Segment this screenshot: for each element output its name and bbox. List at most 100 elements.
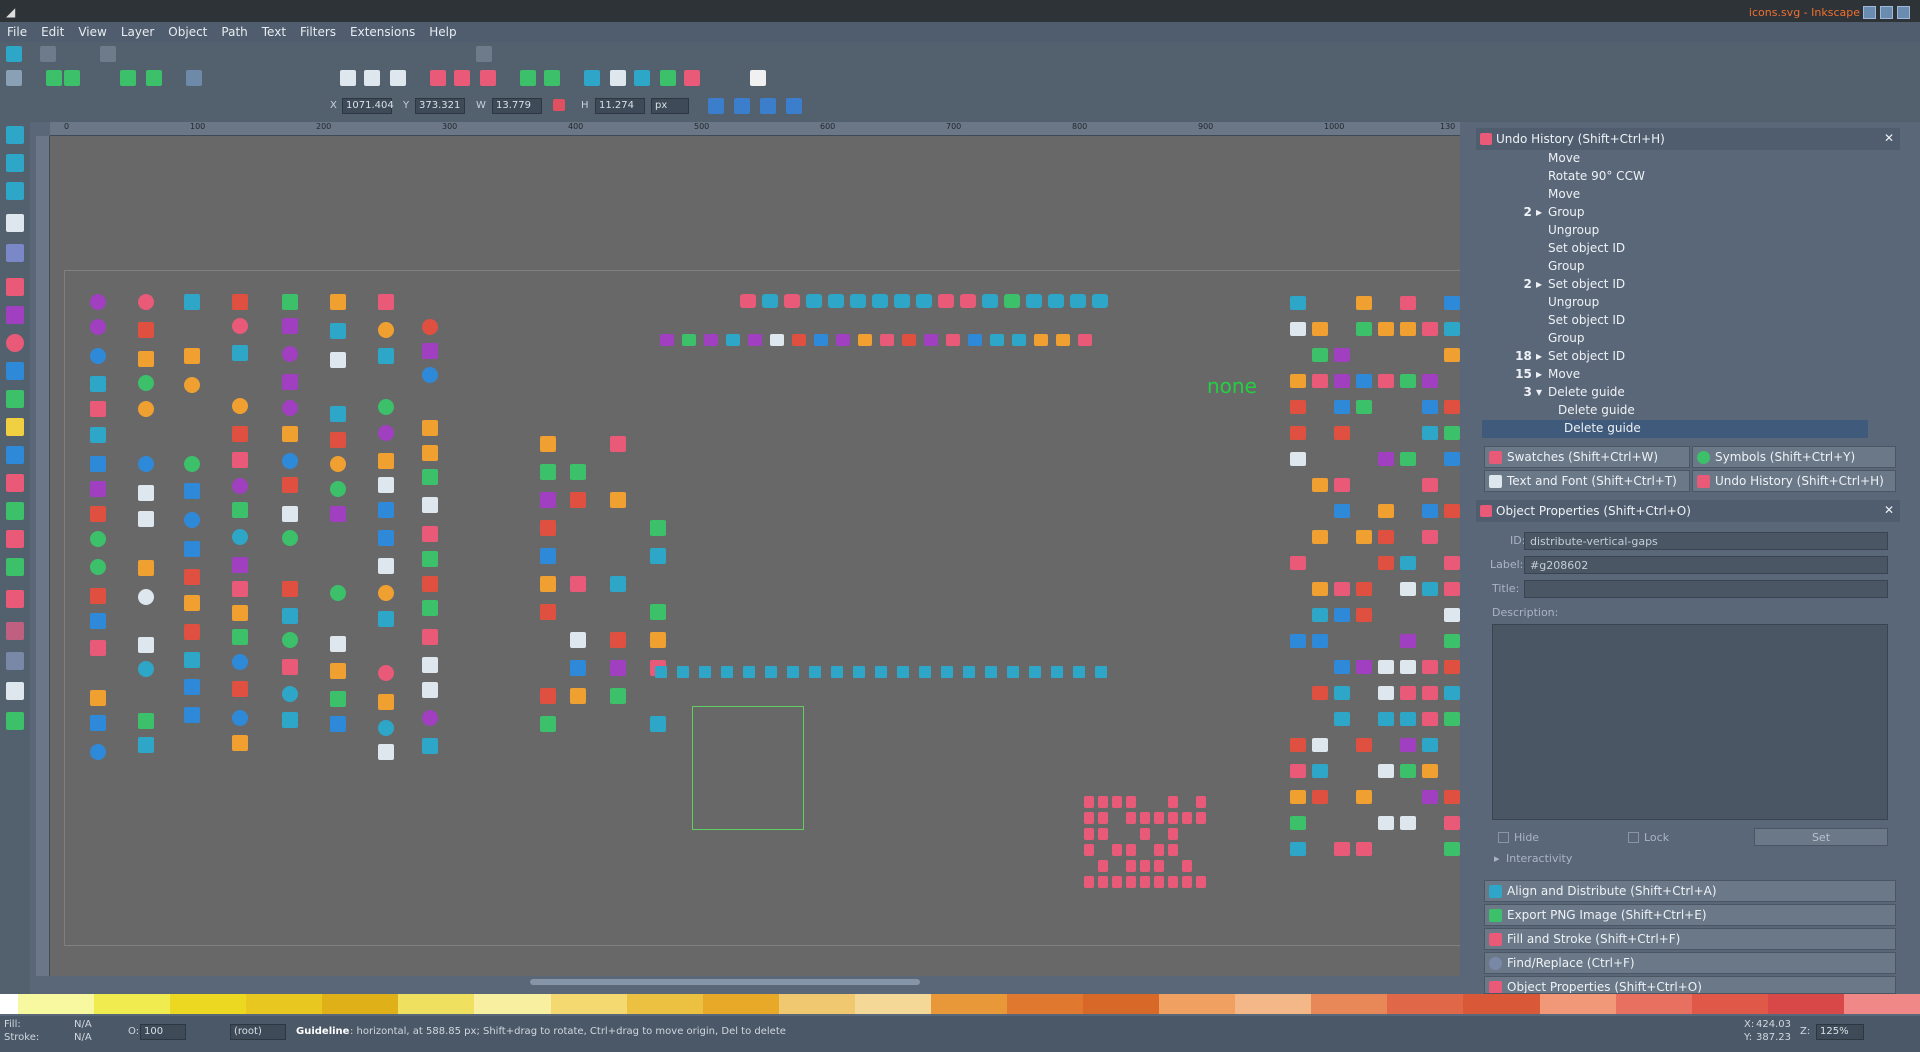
canvas-icon[interactable] (1168, 828, 1178, 840)
canvas-icon[interactable] (232, 318, 248, 334)
canvas-icon[interactable] (1356, 374, 1372, 388)
canvas-icon[interactable] (770, 334, 784, 346)
canvas-icon[interactable] (1290, 374, 1306, 388)
new-document-icon[interactable] (6, 70, 22, 86)
canvas-icon[interactable] (784, 294, 800, 308)
canvas-icon[interactable] (570, 632, 586, 648)
canvas-icon[interactable] (422, 600, 438, 616)
canvas-icon[interactable] (232, 345, 248, 361)
color-swatch[interactable] (1235, 994, 1312, 1014)
canvas-icon[interactable] (138, 351, 154, 367)
color-swatch[interactable] (170, 994, 247, 1014)
color-swatch[interactable] (246, 994, 323, 1014)
canvas-icon[interactable] (232, 605, 248, 621)
canvas-icon[interactable] (1378, 504, 1394, 518)
canvas-icon[interactable] (1084, 876, 1094, 888)
eraser-tool-icon[interactable] (6, 558, 24, 576)
canvas-icon[interactable] (378, 694, 394, 710)
canvas-icon[interactable] (1312, 738, 1328, 752)
canvas-icon[interactable] (540, 520, 556, 536)
canvas-icon[interactable] (90, 531, 106, 547)
zoom-selection-icon[interactable] (340, 70, 356, 86)
canvas-icon[interactable] (990, 334, 1004, 346)
history-row[interactable]: Rotate 90° CCW (1476, 168, 1876, 186)
canvas-icon[interactable] (540, 548, 556, 564)
canvas-icon[interactable] (1290, 738, 1306, 752)
layers-icon[interactable] (660, 70, 676, 86)
canvas-icon[interactable] (682, 334, 696, 346)
lock-ratio-icon[interactable] (553, 99, 565, 111)
canvas-icon[interactable] (422, 469, 438, 485)
connector-tool-icon[interactable] (6, 712, 24, 730)
canvas-icon[interactable] (1444, 686, 1460, 700)
menu-help[interactable]: Help (422, 25, 463, 39)
canvas-icon[interactable] (184, 569, 200, 585)
canvas-icon[interactable] (1168, 876, 1178, 888)
canvas-icon[interactable] (1334, 842, 1350, 856)
canvas-icon[interactable] (1048, 294, 1064, 308)
history-row[interactable]: Move (1476, 186, 1876, 204)
no-paint-swatch[interactable] (0, 994, 18, 1014)
history-row[interactable]: Ungroup (1476, 222, 1876, 240)
canvas-icon[interactable] (422, 420, 438, 436)
canvas-icon[interactable] (232, 735, 248, 751)
canvas-icon[interactable] (1112, 876, 1122, 888)
canvas-icon[interactable] (1422, 530, 1438, 544)
color-swatch[interactable] (1463, 994, 1540, 1014)
canvas-icon[interactable] (1312, 790, 1328, 804)
canvas-icon[interactable] (650, 548, 666, 564)
canvas-icon[interactable] (1098, 812, 1108, 824)
canvas-icon[interactable] (330, 691, 346, 707)
canvas-icon[interactable] (982, 294, 998, 308)
canvas-icon[interactable] (282, 506, 298, 522)
canvas-icon[interactable] (894, 294, 910, 308)
canvas-icon[interactable] (282, 686, 298, 702)
canvas-icon[interactable] (1422, 426, 1438, 440)
canvas-icon[interactable] (1378, 816, 1394, 830)
menu-filters[interactable]: Filters (293, 25, 343, 39)
canvas-icon[interactable] (1400, 686, 1416, 700)
canvas-icon[interactable] (1312, 686, 1328, 700)
canvas-icon[interactable] (1078, 334, 1092, 346)
canvas-icon[interactable] (282, 530, 298, 546)
history-row[interactable]: 2 ▸ Set object ID (1476, 276, 1876, 294)
canvas-icon[interactable] (872, 294, 888, 308)
canvas-icon[interactable] (184, 595, 200, 611)
canvas-icon[interactable] (1400, 322, 1416, 336)
canvas-icon[interactable] (330, 716, 346, 732)
history-row[interactable]: Delete guide (1476, 402, 1876, 420)
snap-page-icon[interactable] (476, 46, 492, 62)
canvas-icon[interactable] (1444, 582, 1460, 596)
history-row[interactable]: Move (1476, 150, 1876, 168)
canvas-icon[interactable] (1444, 608, 1460, 622)
canvas-icon[interactable] (184, 707, 200, 723)
canvas-icon[interactable] (1356, 738, 1372, 752)
text-tool-icon[interactable] (6, 502, 24, 520)
minimize-button[interactable] (1863, 6, 1876, 19)
canvas-icon[interactable] (570, 492, 586, 508)
canvas-icon[interactable] (919, 666, 931, 678)
canvas-icon[interactable] (378, 585, 394, 601)
canvas-icon[interactable] (1182, 860, 1192, 872)
canvas-icon[interactable] (540, 436, 556, 452)
canvas-icon[interactable] (1312, 764, 1328, 778)
canvas-icon[interactable] (330, 481, 346, 497)
history-row[interactable]: 15 ▸ Move (1476, 366, 1876, 384)
canvas-icon[interactable] (378, 665, 394, 681)
canvas-icon[interactable] (330, 636, 346, 652)
horizontal-scrollbar[interactable] (50, 976, 1460, 988)
canvas-icon[interactable] (938, 294, 954, 308)
history-row[interactable]: Set object ID (1476, 312, 1876, 330)
zoom-page-icon[interactable] (390, 70, 406, 86)
color-swatch[interactable] (1083, 994, 1160, 1014)
zoom-drawing-icon[interactable] (364, 70, 380, 86)
canvas-icon[interactable] (90, 744, 106, 760)
canvas-icon[interactable] (232, 502, 248, 518)
canvas-icon[interactable] (232, 654, 248, 670)
import-icon[interactable] (120, 70, 136, 86)
canvas-icon[interactable] (1182, 812, 1192, 824)
canvas-icon[interactable] (184, 377, 200, 393)
canvas-icon[interactable] (1098, 796, 1108, 808)
canvas-icon[interactable] (765, 666, 777, 678)
canvas-icon[interactable] (330, 663, 346, 679)
